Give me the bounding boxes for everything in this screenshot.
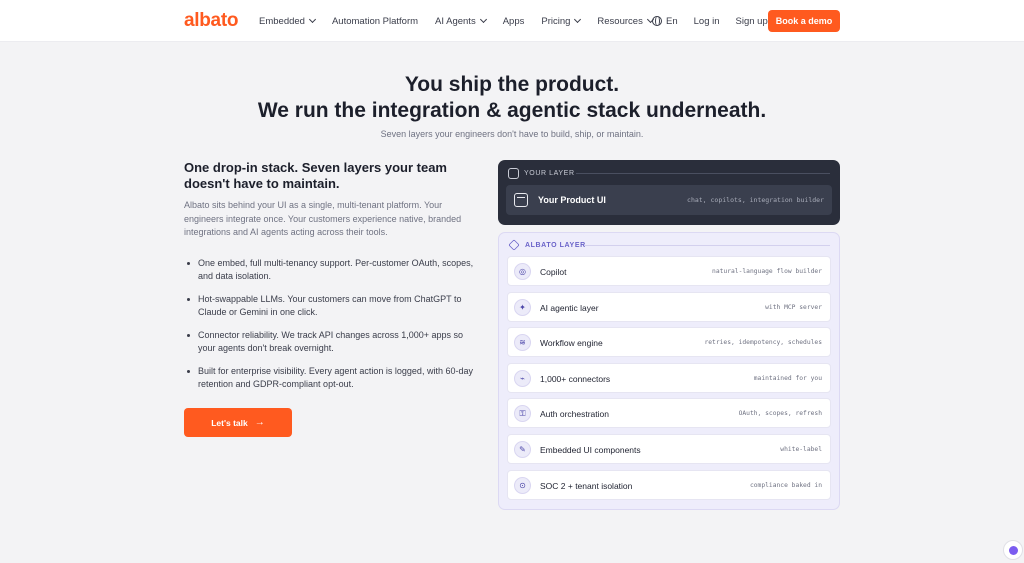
layer-row-auth: ⚿ Auth orchestration OAuth, scopes, refr…	[507, 398, 831, 429]
nav-pricing[interactable]: Pricing	[541, 15, 582, 27]
ai-icon: ✦	[514, 298, 531, 316]
chat-bubble-icon	[1008, 545, 1018, 555]
nav-apps[interactable]: Apps	[503, 16, 525, 27]
layer-meta: OAuth, scopes, refresh	[738, 410, 822, 418]
signup-link[interactable]: Sign up	[736, 16, 768, 27]
cta-label: Let's talk	[211, 417, 248, 428]
lock-icon: ⊙	[514, 476, 531, 494]
layer-meta: with MCP server	[765, 303, 822, 311]
layer-title: Embedded UI components	[540, 444, 641, 455]
layer-meta: maintained for you	[753, 374, 822, 382]
chevron-down-icon	[479, 15, 487, 24]
layer-meta: natural-language flow builder	[712, 268, 822, 275]
divider	[584, 245, 830, 246]
language-label: En	[666, 15, 678, 27]
layer-title: Workflow engine	[540, 338, 603, 349]
layer-row-copilot: ◎ Copilot natural-language flow builder	[507, 256, 831, 286]
nav-embedded[interactable]: Embedded	[259, 15, 316, 27]
language-switcher[interactable]: En	[652, 16, 678, 27]
layer-row-workflow: ≋ Workflow engine retries, idempotency, …	[507, 327, 831, 358]
nav-automation-platform[interactable]: Automation Platform	[332, 16, 418, 27]
chevron-down-icon	[574, 15, 582, 24]
plug-icon: ⌁	[514, 369, 531, 387]
your-layer-header: YOUR LAYER	[508, 168, 575, 179]
divider	[576, 173, 830, 174]
feature-item: One embed, full multi-tenancy support. P…	[184, 257, 474, 283]
login-link[interactable]: Log in	[694, 16, 720, 27]
section-paragraph: Albato sits behind your UI as a single, …	[184, 200, 462, 237]
chat-widget-button[interactable]	[1003, 540, 1023, 560]
lets-talk-button[interactable]: Let's talk →	[184, 408, 292, 437]
layer-title: 1,000+ connectors	[540, 373, 611, 384]
albato-layer-label: ALBATO LAYER	[525, 241, 586, 249]
layer-row-embedded-ui: ✎ Embedded UI components white-label	[507, 433, 831, 464]
feature-item: Hot-swappable LLMs. Your customers can m…	[184, 293, 474, 319]
header-actions: En Log in Sign up	[652, 0, 784, 42]
nav-label: Apps	[502, 15, 525, 27]
layer-row-ai-agentic: ✦ AI agentic layer with MCP server	[507, 291, 831, 322]
nav-label: Automation Platform	[331, 15, 419, 27]
nav-label: AI Agents	[435, 15, 476, 27]
hero-title: You ship the product. We run the integra…	[0, 72, 1024, 124]
layer-row-connectors: ⌁ 1,000+ connectors maintained for you	[507, 362, 831, 393]
albato-layer-list: ◎ Copilot natural-language flow builder …	[507, 256, 831, 505]
key-icon: ⚿	[514, 405, 531, 423]
workflow-icon: ≋	[514, 334, 531, 352]
section-heading: One drop-in stack. Seven layers your tea…	[184, 160, 447, 191]
layer-meta: compliance baked in	[749, 481, 822, 489]
your-layer-meta: chat, copilots, integration builder	[687, 196, 824, 204]
brush-icon: ✎	[514, 440, 531, 458]
nav-ai-agents[interactable]: AI Agents	[435, 15, 487, 27]
layer-row-soc2: ⊙ SOC 2 + tenant isolation compliance ba…	[507, 469, 831, 500]
chevron-down-icon	[308, 15, 316, 24]
nav-label: Resources	[597, 15, 643, 27]
book-demo-button[interactable]: Book a demo	[768, 10, 840, 32]
layer-meta: white-label	[780, 445, 822, 453]
layer-title: SOC 2 + tenant isolation	[540, 480, 633, 491]
layer-title: Auth orchestration	[540, 409, 609, 420]
your-layer-title: Your Product UI	[538, 195, 606, 205]
nav-label: Pricing	[541, 15, 571, 27]
site-header: albato Embedded Automation Platform AI A…	[0, 0, 1024, 42]
feature-list: One embed, full multi-tenancy support. P…	[184, 257, 474, 401]
hero-subtitle: Seven layers your engineers don't have t…	[380, 129, 644, 139]
user-layer-icon	[508, 168, 519, 179]
window-icon	[514, 193, 528, 207]
arrow-right-icon: →	[254, 417, 265, 428]
stack-icon	[508, 239, 520, 251]
layer-meta: retries, idempotency, schedules	[704, 339, 822, 347]
albato-layer-card: ALBATO LAYER ◎ Copilot natural-language …	[498, 232, 840, 510]
nav-label: Embedded	[259, 15, 305, 27]
globe-icon	[652, 16, 662, 26]
albato-logo[interactable]: albato	[184, 10, 238, 32]
layer-title: Copilot	[540, 267, 567, 277]
copilot-icon: ◎	[514, 263, 531, 280]
feature-item: Built for enterprise visibility. Every a…	[184, 365, 474, 391]
hero-title-line2: We run the integration & agentic stack u…	[257, 99, 767, 122]
albato-layer-header: ALBATO LAYER	[508, 239, 586, 251]
nav-resources[interactable]: Resources	[597, 15, 654, 27]
feature-item: Connector reliability. We track API chan…	[184, 329, 474, 355]
hero-title-line1: You ship the product.	[404, 73, 620, 96]
layer-title: AI agentic layer	[540, 302, 599, 313]
your-layer-label: YOUR LAYER	[524, 170, 575, 177]
main-nav: Embedded Automation Platform AI Agents A…	[259, 0, 670, 42]
your-layer-card: YOUR LAYER Your Product UI chat, copilot…	[498, 160, 840, 225]
your-product-ui-row: Your Product UI chat, copilots, integrat…	[506, 185, 832, 215]
